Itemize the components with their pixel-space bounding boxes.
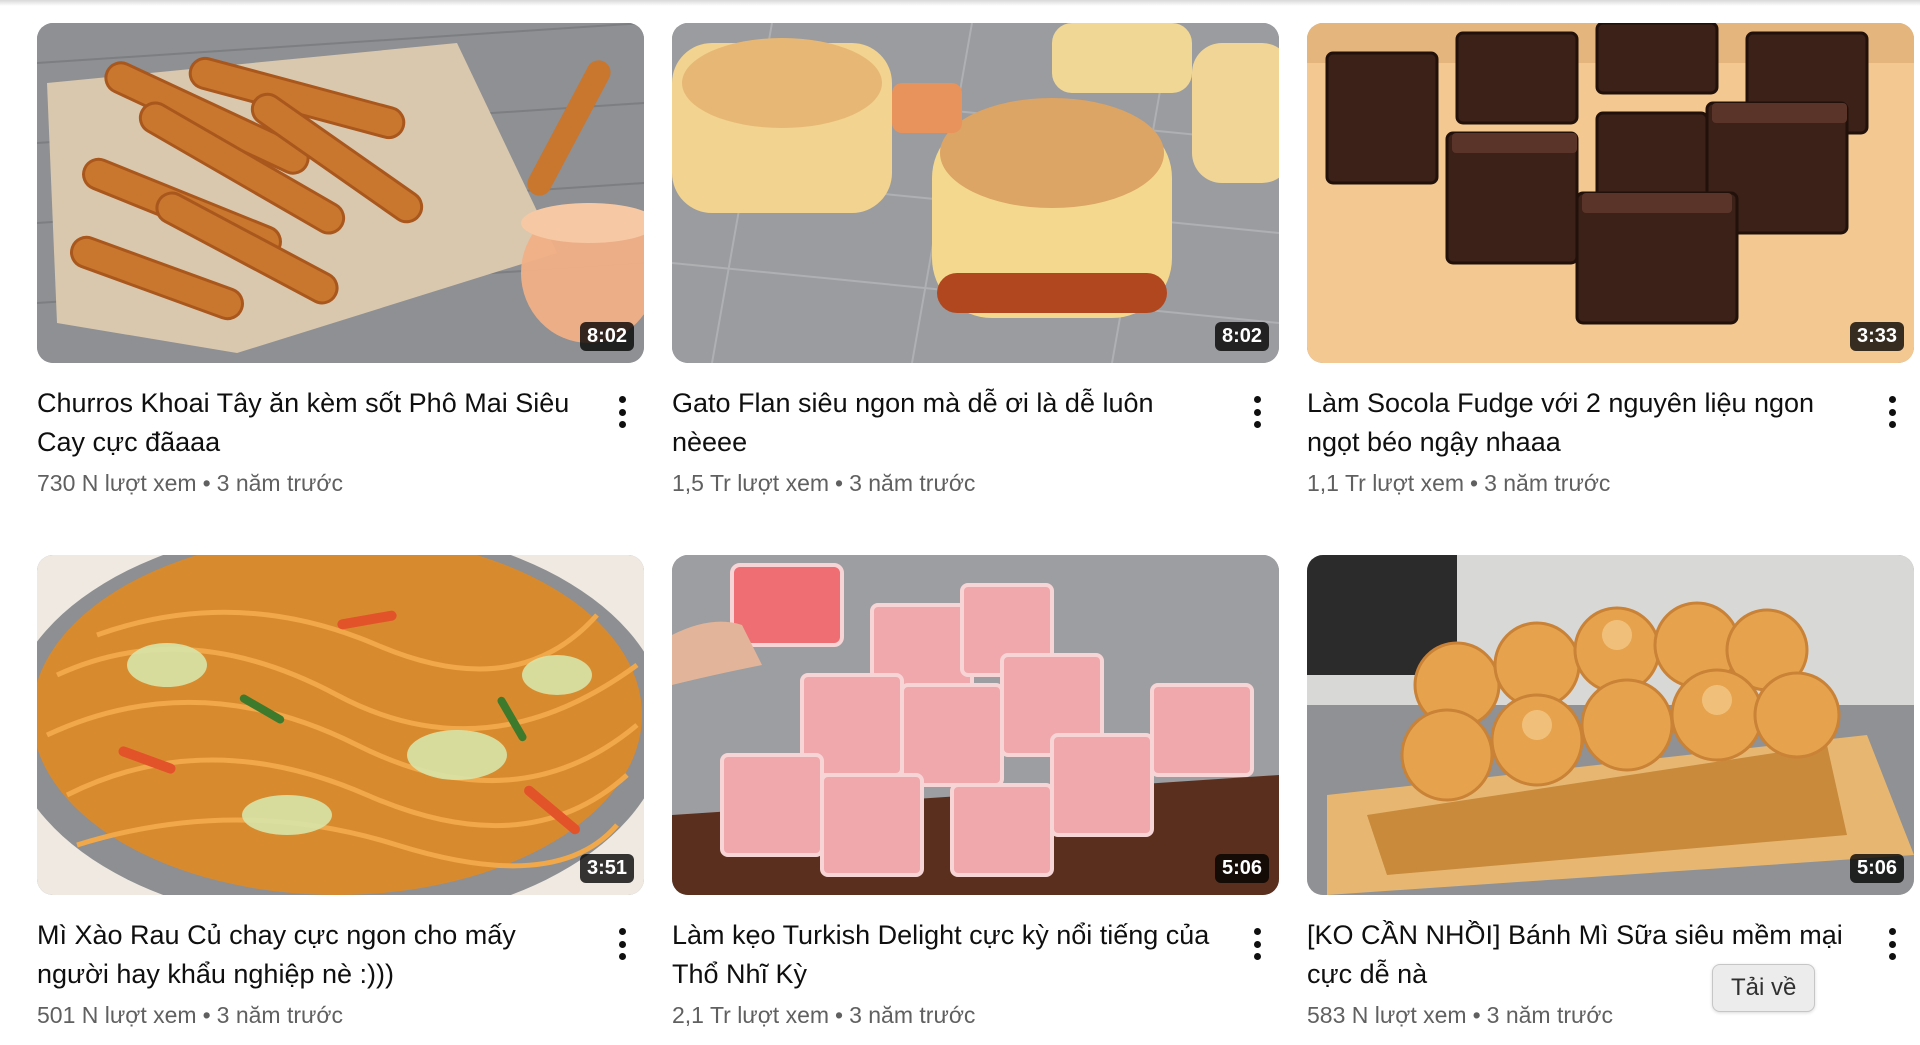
video-card: 8:02 Gato Flan siêu ngon mà dễ ơi là dễ …: [672, 23, 1279, 513]
separator-dot: •: [835, 1002, 844, 1028]
video-card: 5:06 Làm kẹo Turkish Delight cực kỳ nổi …: [672, 555, 1279, 1045]
video-card: 8:02 Churros Khoai Tây ăn kèm sốt Phô Ma…: [37, 23, 644, 513]
video-meta: Mì Xào Rau Củ chay cực ngon cho mấy ngườ…: [37, 916, 644, 1033]
view-count: 583 N lượt xem: [1307, 1002, 1467, 1028]
upload-age: 3 năm trước: [849, 1002, 976, 1028]
view-count: 501 N lượt xem: [37, 1002, 197, 1028]
video-meta: Làm kẹo Turkish Delight cực kỳ nổi tiếng…: [672, 916, 1279, 1033]
churros-thumbnail-art: [37, 23, 644, 363]
separator-dot: •: [835, 470, 844, 496]
upload-age: 3 năm trước: [1486, 1002, 1613, 1028]
more-actions-icon[interactable]: [1245, 924, 1269, 964]
video-duration: 5:06: [1214, 854, 1269, 883]
video-card: 3:51 Mì Xào Rau Củ chay cực ngon cho mấy…: [37, 555, 644, 1045]
video-thumbnail[interactable]: 8:02: [37, 23, 644, 363]
video-thumbnail[interactable]: 3:51: [37, 555, 644, 895]
video-meta: Làm Socola Fudge với 2 nguyên liệu ngon …: [1307, 384, 1914, 501]
upload-age: 3 năm trước: [216, 470, 343, 496]
more-actions-icon[interactable]: [610, 924, 634, 964]
noodles-thumbnail-art: [37, 555, 644, 895]
bread-thumbnail-art: [1307, 555, 1914, 895]
video-stats: 501 N lượt xem • 3 năm trước: [37, 997, 588, 1033]
video-title[interactable]: Mì Xào Rau Củ chay cực ngon cho mấy ngườ…: [37, 916, 588, 994]
video-duration: 3:33: [1849, 322, 1904, 351]
video-grid: 8:02 Churros Khoai Tây ăn kèm sốt Phô Ma…: [37, 23, 1914, 1045]
video-meta: Gato Flan siêu ngon mà dễ ơi là dễ luôn …: [672, 384, 1279, 501]
video-stats: 2,1 Tr lượt xem • 3 năm trước: [672, 997, 1223, 1033]
video-card: 5:06 [KO CẦN NHỒI] Bánh Mì Sữa siêu mềm …: [1307, 555, 1914, 1045]
separator-dot: •: [1472, 1002, 1481, 1028]
upload-age: 3 năm trước: [216, 1002, 343, 1028]
upload-age: 3 năm trước: [849, 470, 976, 496]
video-thumbnail[interactable]: 3:33: [1307, 23, 1914, 363]
video-title[interactable]: Làm Socola Fudge với 2 nguyên liệu ngon …: [1307, 384, 1858, 462]
more-actions-icon[interactable]: [1245, 392, 1269, 432]
video-thumbnail[interactable]: 5:06: [672, 555, 1279, 895]
video-stats: 1,1 Tr lượt xem • 3 năm trước: [1307, 465, 1858, 501]
video-thumbnail[interactable]: 8:02: [672, 23, 1279, 363]
upload-age: 3 năm trước: [1484, 470, 1611, 496]
video-thumbnail[interactable]: 5:06: [1307, 555, 1914, 895]
video-duration: 8:02: [579, 322, 634, 351]
view-count: 1,5 Tr lượt xem: [672, 470, 830, 496]
video-stats: 1,5 Tr lượt xem • 3 năm trước: [672, 465, 1223, 501]
masthead-shadow: [0, 0, 1920, 6]
more-actions-icon[interactable]: [610, 392, 634, 432]
video-title[interactable]: Làm kẹo Turkish Delight cực kỳ nổi tiếng…: [672, 916, 1223, 994]
video-duration: 8:02: [1214, 322, 1269, 351]
turkish-delight-thumbnail-art: [672, 555, 1279, 895]
video-title[interactable]: Churros Khoai Tây ăn kèm sốt Phô Mai Siê…: [37, 384, 588, 462]
video-duration: 3:51: [579, 854, 634, 883]
separator-dot: •: [202, 470, 211, 496]
more-actions-icon[interactable]: [1880, 392, 1904, 432]
separator-dot: •: [1470, 470, 1479, 496]
view-count: 2,1 Tr lượt xem: [672, 1002, 830, 1028]
video-duration: 5:06: [1849, 854, 1904, 883]
separator-dot: •: [202, 1002, 211, 1028]
view-count: 1,1 Tr lượt xem: [1307, 470, 1465, 496]
video-meta: [KO CẦN NHỒI] Bánh Mì Sữa siêu mềm mại c…: [1307, 916, 1914, 1033]
flan-thumbnail-art: [672, 23, 1279, 363]
view-count: 730 N lượt xem: [37, 470, 197, 496]
video-stats: 730 N lượt xem • 3 năm trước: [37, 465, 588, 501]
more-actions-icon[interactable]: [1880, 924, 1904, 964]
fudge-thumbnail-art: [1307, 23, 1914, 363]
video-card: 3:33 Làm Socola Fudge với 2 nguyên liệu …: [1307, 23, 1914, 513]
download-tooltip: Tải về: [1712, 964, 1816, 1012]
video-meta: Churros Khoai Tây ăn kèm sốt Phô Mai Siê…: [37, 384, 644, 501]
video-title[interactable]: Gato Flan siêu ngon mà dễ ơi là dễ luôn …: [672, 384, 1223, 462]
